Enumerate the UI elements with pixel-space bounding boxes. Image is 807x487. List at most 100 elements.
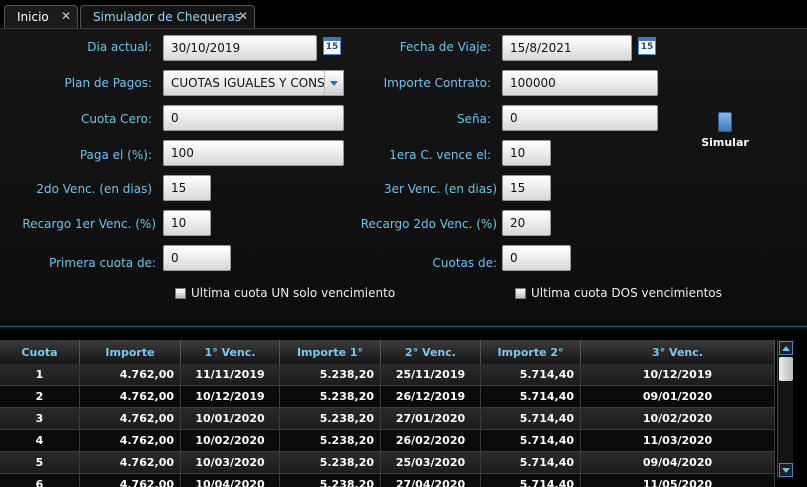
cell-importe: 4.762,00 [80,364,181,386]
cell-venc1: 10/02/2020 [181,430,280,452]
cell-importe1: 5.238,20 [280,452,381,474]
cell-cuota: 6 [0,474,80,487]
ultima-cuota-un-label: Ultima cuota UN solo vencimiento [191,286,396,300]
close-icon[interactable]: ✕ [238,9,248,23]
cuotas-de-field[interactable]: 0 [502,245,571,271]
column-header-venc1[interactable]: 1° Venc. [181,340,280,364]
plan-pagos-label: Plan de Pagos: [64,76,152,90]
tab-simulador-chequeras[interactable]: Simulador de Chequeras ✕ [80,5,255,28]
table-header: Cuota Importe 1° Venc. Importe 1° 2° Ven… [0,340,775,364]
scroll-up-icon[interactable] [779,341,793,355]
cell-venc1: 10/03/2020 [181,452,280,474]
table-row[interactable]: 5 4.762,00 10/03/2020 5.238,20 25/03/2020 5.7… [0,452,775,474]
cell-cuota: 5 [0,452,80,474]
tab-inicio-label: Inicio [17,10,49,24]
cell-importe: 4.762,00 [80,408,181,430]
section-divider [0,326,807,327]
cell-importe2: 5.714,40 [481,474,581,487]
column-header-venc2[interactable]: 2° Venc. [381,340,481,364]
checkbox-icon[interactable] [175,287,186,299]
primera-vence-label: 1era C. vence el: [389,148,491,162]
table-scrollbar[interactable] [777,340,793,478]
cell-venc2: 25/03/2020 [381,452,481,474]
cell-importe1: 5.238,20 [280,408,381,430]
cell-venc2: 26/12/2019 [381,386,481,408]
cell-venc3: 11/05/2020 [581,474,775,487]
tab-bar: Inicio ✕ Simulador de Chequeras ✕ [0,0,807,28]
sena-label: Seña: [456,112,491,126]
cell-importe2: 5.714,40 [481,364,581,386]
cell-venc3: 10/12/2019 [581,364,775,386]
cell-importe2: 5.714,40 [481,452,581,474]
chevron-down-icon[interactable] [324,70,344,96]
column-header-importe1[interactable]: Importe 1° [280,340,381,364]
recargo2-label: Recargo 2do Venc. (%) [360,217,497,231]
cell-cuota: 4 [0,430,80,452]
cuota-cero-field[interactable]: 0 [163,105,344,131]
cell-cuota: 2 [0,386,80,408]
column-header-importe[interactable]: Importe [80,340,181,364]
fecha-viaje-label: Fecha de Viaje: [399,40,491,54]
recargo1-field[interactable]: 10 [163,210,211,236]
cell-venc2: 27/01/2020 [381,408,481,430]
table-row[interactable]: 4 4.762,00 10/02/2020 5.238,20 26/02/2020 5.7… [0,430,775,452]
cuotas-de-label: Cuotas de: [432,256,498,270]
cell-importe: 4.762,00 [80,430,181,452]
simular-label: Simular [701,136,749,149]
cell-cuota: 1 [0,364,80,386]
dia-actual-label: Dia actual: [87,40,152,54]
checkbox-icon[interactable] [515,287,526,299]
paga-el-field[interactable]: 100 [163,140,344,166]
scrollbar-thumb[interactable] [779,357,793,381]
cell-venc1: 10/12/2019 [181,386,280,408]
cell-importe2: 5.714,40 [481,386,581,408]
cell-importe1: 5.238,20 [280,430,381,452]
calendar-icon[interactable]: 15 [323,37,341,55]
plan-pagos-select[interactable]: CUOTAS IGUALES Y CONSECUTIVAS [163,70,325,96]
tercer-venc-label: 3er Venc. (en dias) [384,182,497,196]
table-row[interactable]: 1 4.762,00 11/11/2019 5.238,20 25/11/2019 5.7… [0,364,775,386]
simular-button[interactable]: Simular [697,112,753,149]
table-row[interactable]: 6 4.762,00 10/04/2020 5.238,20 27/04/2020 5.7… [0,474,775,487]
cell-importe2: 5.714,40 [481,430,581,452]
primera-vence-field[interactable]: 10 [502,140,551,166]
cell-importe1: 5.238,20 [280,474,381,487]
sena-field[interactable]: 0 [502,105,658,131]
cuota-cero-label: Cuota Cero: [80,112,152,126]
close-icon[interactable]: ✕ [61,9,71,23]
column-header-cuota[interactable]: Cuota [0,340,80,364]
cell-venc2: 27/04/2020 [381,474,481,487]
calendar-icon[interactable]: 15 [638,37,656,55]
segundo-venc-label: 2do Venc. (en dias) [36,182,152,196]
column-header-venc3[interactable]: 3° Venc. [581,340,775,364]
segundo-venc-field[interactable]: 15 [163,175,211,201]
cell-importe1: 5.238,20 [280,364,381,386]
column-header-importe2[interactable]: Importe 2° [481,340,581,364]
ultima-cuota-dos-label: Ultima cuota DOS vencimientos [531,286,722,300]
cell-venc3: 10/02/2020 [581,408,775,430]
importe-contrato-field[interactable]: 100000 [502,70,658,96]
importe-contrato-label: Importe Contrato: [383,76,491,90]
tab-inicio[interactable]: Inicio ✕ [4,5,78,28]
calculator-icon [718,112,732,132]
primera-cuota-label: Primera cuota de: [49,256,156,270]
ultima-cuota-dos-checkbox[interactable]: Ultima cuota DOS vencimientos [515,286,722,300]
primera-cuota-field[interactable]: 0 [163,245,231,271]
cell-venc1: 10/01/2020 [181,408,280,430]
simulator-form: Dia actual: 30/10/2019 15 Fecha de Viaje… [0,29,807,329]
table-row[interactable]: 2 4.762,00 10/12/2019 5.238,20 26/12/2019 5.7… [0,386,775,408]
table-row[interactable]: 3 4.762,00 10/01/2020 5.238,20 27/01/2020 5.7… [0,408,775,430]
cell-venc1: 11/11/2019 [181,364,280,386]
ultima-cuota-un-checkbox[interactable]: Ultima cuota UN solo vencimiento [175,286,395,300]
tercer-venc-field[interactable]: 15 [502,175,551,201]
cell-importe2: 5.714,40 [481,408,581,430]
scroll-down-icon[interactable] [779,463,793,477]
tab-simulador-label: Simulador de Chequeras [93,10,241,24]
recargo2-field[interactable]: 20 [502,210,551,236]
cell-venc1: 10/04/2020 [181,474,280,487]
cell-importe: 4.762,00 [80,474,181,487]
cell-venc2: 25/11/2019 [381,364,481,386]
cell-venc2: 26/02/2020 [381,430,481,452]
dia-actual-field[interactable]: 30/10/2019 [163,35,317,61]
fecha-viaje-field[interactable]: 15/8/2021 [502,35,632,61]
